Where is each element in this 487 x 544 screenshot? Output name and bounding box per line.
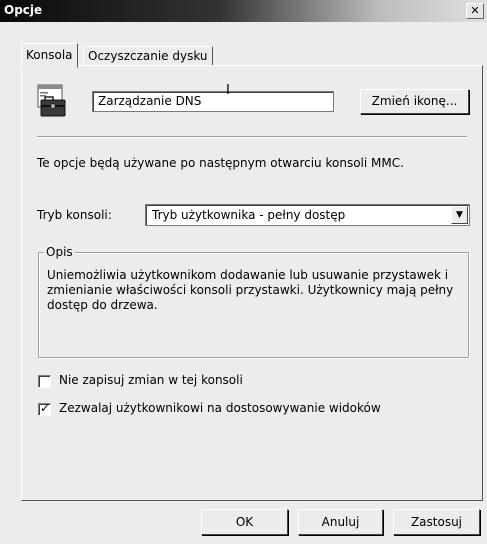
options-info-text: Te opcje będą używane po następnym otwar… — [37, 156, 404, 170]
separator — [37, 136, 467, 138]
console-name-input[interactable]: Zarządzanie DNS — [92, 91, 334, 112]
apply-button[interactable]: Zastosuj — [393, 509, 480, 535]
description-line: zmienianie właściwości konsoli przystawk… — [47, 283, 454, 297]
tab-panel-konsola: Zarządzanie DNS Ι Zmień ikonę... Te opcj… — [21, 65, 483, 501]
change-icon-label: Zmień ikonę... — [371, 94, 458, 108]
ok-label: OK — [235, 515, 254, 529]
apply-label: Zastosuj — [410, 515, 463, 529]
tab-konsola[interactable]: Konsola — [21, 43, 78, 68]
allow-customize-checkbox[interactable]: ✓ — [38, 401, 51, 416]
tab-oczyszczanie-dysku[interactable]: Oczyszczanie dysku — [83, 46, 213, 66]
tab-konsola-label: Konsola — [26, 48, 73, 62]
text-cursor-icon: Ι — [226, 83, 230, 98]
title-bar[interactable]: Opcje ✕ — [0, 0, 487, 22]
ok-button[interactable]: OK — [201, 509, 288, 535]
description-text: Uniemożliwia użytkownikom dodawanie lub … — [47, 268, 457, 313]
cancel-label: Anuluj — [321, 515, 360, 529]
cancel-button[interactable]: Anuluj — [298, 509, 383, 535]
change-icon-button[interactable]: Zmień ikonę... — [360, 89, 469, 114]
chevron-down-icon[interactable]: ▼ — [451, 206, 468, 224]
checkmark-icon: ✓ — [40, 401, 51, 415]
no-save-label: Nie zapisuj zmian w tej konsoli — [59, 373, 243, 387]
description-line: dostęp do drzewa. — [47, 298, 158, 312]
description-group: Opis Uniemożliwia użytkownikom dodawanie… — [38, 245, 469, 358]
options-dialog: Opcje ✕ Konsola Oczyszczanie dysku Zarzą… — [0, 0, 487, 544]
window-title: Opcje — [4, 3, 43, 17]
console-mode-value: Tryb użytkownika - pełny dostęp — [152, 208, 346, 222]
close-button[interactable]: ✕ — [466, 3, 484, 19]
toolbox-window-icon — [37, 84, 66, 117]
no-save-checkbox[interactable] — [38, 375, 51, 388]
description-line: Uniemożliwia użytkownikom dodawanie lub … — [47, 268, 449, 282]
console-mode-select[interactable]: Tryb użytkownika - pełny dostęp ▼ — [145, 204, 470, 226]
tab-oczyszczanie-label: Oczyszczanie dysku — [88, 49, 208, 63]
description-legend: Opis — [44, 245, 75, 259]
allow-customize-label: Zezwalaj użytkownikowi na dostosowywanie… — [59, 401, 381, 415]
console-name-value: Zarządzanie DNS — [98, 94, 202, 108]
console-mode-label: Tryb konsoli: — [37, 208, 112, 222]
